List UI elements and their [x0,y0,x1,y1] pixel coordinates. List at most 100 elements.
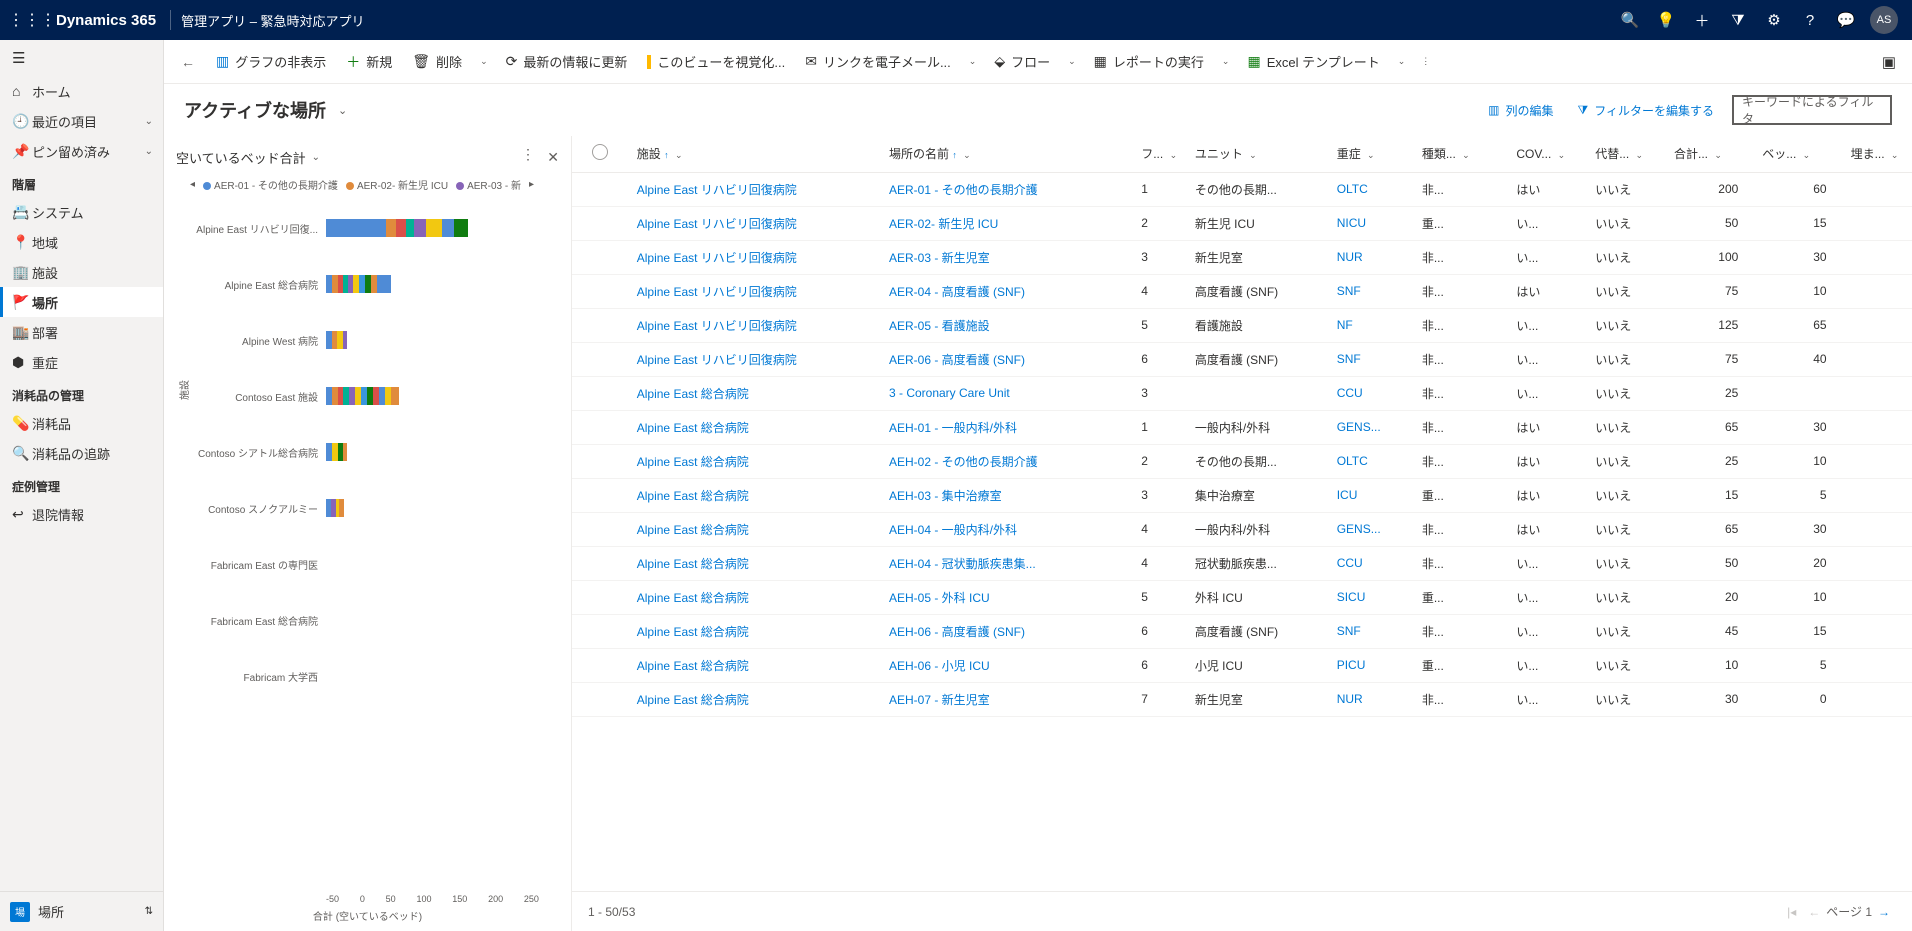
facility-link[interactable]: Alpine East 総合病院 [629,444,881,478]
facility-link[interactable]: Alpine East 総合病院 [629,512,881,546]
hamburger-icon[interactable]: ☰ [0,40,163,76]
help-icon[interactable]: ? [1792,0,1828,40]
acuity-link[interactable]: SNF [1329,614,1414,648]
acuity-link[interactable]: ICU [1329,478,1414,512]
delete-button[interactable]: 🗑削除 [404,46,470,78]
nav-footer-area-switcher[interactable]: 場 場所 ⇅ [0,891,163,931]
table-row[interactable]: Alpine East 総合病院 AEH-06 - 小児 ICU 6 小児 IC… [572,648,1912,682]
excel-template-button[interactable]: ▦Excel テンプレート [1239,46,1387,78]
column-header[interactable]: フ... ⌄ [1133,136,1187,172]
column-header[interactable]: 施設 ↑ ⌄ [629,136,881,172]
column-header[interactable]: 場所の名前 ↑ ⌄ [881,136,1133,172]
location-link[interactable]: AEH-02 - その他の長期介護 [881,444,1133,478]
visualize-button[interactable]: このビューを視覚化... [639,46,793,78]
column-header[interactable]: ベッ... ⌄ [1754,136,1842,172]
facility-link[interactable]: Alpine East 総合病院 [629,546,881,580]
facility-link[interactable]: Alpine East 総合病院 [629,614,881,648]
location-link[interactable]: AEH-03 - 集中治療室 [881,478,1133,512]
location-link[interactable]: AEH-01 - 一般内科/外科 [881,410,1133,444]
prev-page-button[interactable]: ← [1802,905,1826,919]
location-link[interactable]: AER-04 - 高度看護 (SNF) [881,274,1133,308]
table-row[interactable]: Alpine East 総合病院 AEH-05 - 外科 ICU 5 外科 IC… [572,580,1912,614]
table-row[interactable]: Alpine East 総合病院 AEH-02 - その他の長期介護 2 その他… [572,444,1912,478]
next-page-button[interactable]: → [1872,905,1896,919]
column-header[interactable]: 埋ま... ⌄ [1843,136,1912,172]
nav-item[interactable]: 📇システム [0,197,163,227]
excel-dropdown[interactable]: ⌄ [1392,56,1412,67]
chat-icon[interactable]: 💬 [1828,0,1864,40]
new-button[interactable]: ＋新規 [338,46,400,78]
nav-item[interactable]: 🔍消耗品の追跡 [0,438,163,468]
legend-next-icon[interactable]: ▸ [529,179,534,190]
location-link[interactable]: AEH-04 - 冠状動脈疾患集... [881,546,1133,580]
location-link[interactable]: AER-02- 新生児 ICU [881,206,1133,240]
acuity-link[interactable]: NUR [1329,240,1414,274]
location-link[interactable]: AER-03 - 新生児室 [881,240,1133,274]
acuity-link[interactable]: NICU [1329,206,1414,240]
table-row[interactable]: Alpine East リハビリ回復病院 AER-04 - 高度看護 (SNF)… [572,274,1912,308]
column-header[interactable]: COV... ⌄ [1508,136,1587,172]
column-header[interactable]: 代替... ⌄ [1587,136,1666,172]
side-panel-toggle[interactable]: ▣ [1874,53,1904,71]
overflow-menu[interactable]: ⋮ [1415,56,1436,67]
nav-item[interactable]: ⬢重症 [0,347,163,377]
table-row[interactable]: Alpine East 総合病院 3 - Coronary Care Unit … [572,376,1912,410]
facility-link[interactable]: Alpine East リハビリ回復病院 [629,342,881,376]
acuity-link[interactable]: SICU [1329,580,1414,614]
refresh-button[interactable]: ⟳最新の情報に更新 [498,46,636,78]
table-row[interactable]: Alpine East 総合病院 AEH-04 - 冠状動脈疾患集... 4 冠… [572,546,1912,580]
acuity-link[interactable]: OLTC [1329,444,1414,478]
delete-dropdown[interactable]: ⌄ [474,56,494,67]
table-row[interactable]: Alpine East リハビリ回復病院 AER-02- 新生児 ICU 2 新… [572,206,1912,240]
acuity-link[interactable]: CCU [1329,546,1414,580]
keyword-filter-input[interactable]: キーワードによるフィルタ [1732,95,1892,125]
close-chart-icon[interactable]: ✕ [547,149,559,166]
table-row[interactable]: Alpine East 総合病院 AEH-01 - 一般内科/外科 1 一般内科… [572,410,1912,444]
location-link[interactable]: AER-01 - その他の長期介護 [881,172,1133,206]
nav-item[interactable]: ↩退院情報 [0,499,163,529]
column-header[interactable]: 合計... ⌄ [1666,136,1754,172]
run-report-button[interactable]: ▦レポートの実行 [1086,46,1212,78]
nav-item[interactable]: 🏬部署 [0,317,163,347]
facility-link[interactable]: Alpine East 総合病院 [629,580,881,614]
facility-link[interactable]: Alpine East リハビリ回復病院 [629,206,881,240]
back-button[interactable]: ← [172,54,204,70]
table-row[interactable]: Alpine East リハビリ回復病院 AER-03 - 新生児室 3 新生児… [572,240,1912,274]
facility-link[interactable]: Alpine East リハビリ回復病院 [629,308,881,342]
nav-item[interactable]: 🚩場所 [0,287,163,317]
acuity-link[interactable]: SNF [1329,274,1414,308]
facility-link[interactable]: Alpine East 総合病院 [629,682,881,716]
lightbulb-icon[interactable]: 💡 [1648,0,1684,40]
flow-dropdown[interactable]: ⌄ [1062,56,1082,67]
location-link[interactable]: 3 - Coronary Care Unit [881,376,1133,410]
location-link[interactable]: AEH-05 - 外科 ICU [881,580,1133,614]
location-link[interactable]: AER-06 - 高度看護 (SNF) [881,342,1133,376]
select-all-checkbox[interactable] [592,144,608,160]
facility-link[interactable]: Alpine East 総合病院 [629,410,881,444]
acuity-link[interactable]: GENS... [1329,410,1414,444]
facility-link[interactable]: Alpine East 総合病院 [629,376,881,410]
avatar[interactable]: AS [1870,6,1898,34]
nav-item[interactable]: 💊消耗品 [0,408,163,438]
gear-icon[interactable]: ⚙ [1756,0,1792,40]
table-row[interactable]: Alpine East リハビリ回復病院 AER-06 - 高度看護 (SNF)… [572,342,1912,376]
facility-link[interactable]: Alpine East 総合病院 [629,648,881,682]
table-row[interactable]: Alpine East リハビリ回復病院 AER-05 - 看護施設 5 看護施… [572,308,1912,342]
acuity-link[interactable]: GENS... [1329,512,1414,546]
edit-columns-button[interactable]: ▥列の編集 [1482,102,1559,119]
location-link[interactable]: AEH-06 - 小児 ICU [881,648,1133,682]
flow-button[interactable]: ⬙フロー [986,46,1058,78]
show-chart-button[interactable]: ▥グラフの非表示 [208,46,334,78]
acuity-link[interactable]: CCU [1329,376,1414,410]
nav-item[interactable]: 📌ピン留め済み⌄ [0,136,163,166]
nav-item[interactable]: 🏢施設 [0,257,163,287]
table-row[interactable]: Alpine East 総合病院 AEH-06 - 高度看護 (SNF) 6 高… [572,614,1912,648]
edit-filters-button[interactable]: ⧩フィルターを編集する [1572,102,1720,119]
filter-icon[interactable]: ⧩ [1720,0,1756,40]
acuity-link[interactable]: NUR [1329,682,1414,716]
location-link[interactable]: AEH-07 - 新生児室 [881,682,1133,716]
table-row[interactable]: Alpine East 総合病院 AEH-03 - 集中治療室 3 集中治療室 … [572,478,1912,512]
nav-item[interactable]: 📍地域 [0,227,163,257]
chart-switcher-dropdown[interactable]: ⌄ [312,152,320,163]
chart-more-menu[interactable]: ⋮ [521,146,535,163]
